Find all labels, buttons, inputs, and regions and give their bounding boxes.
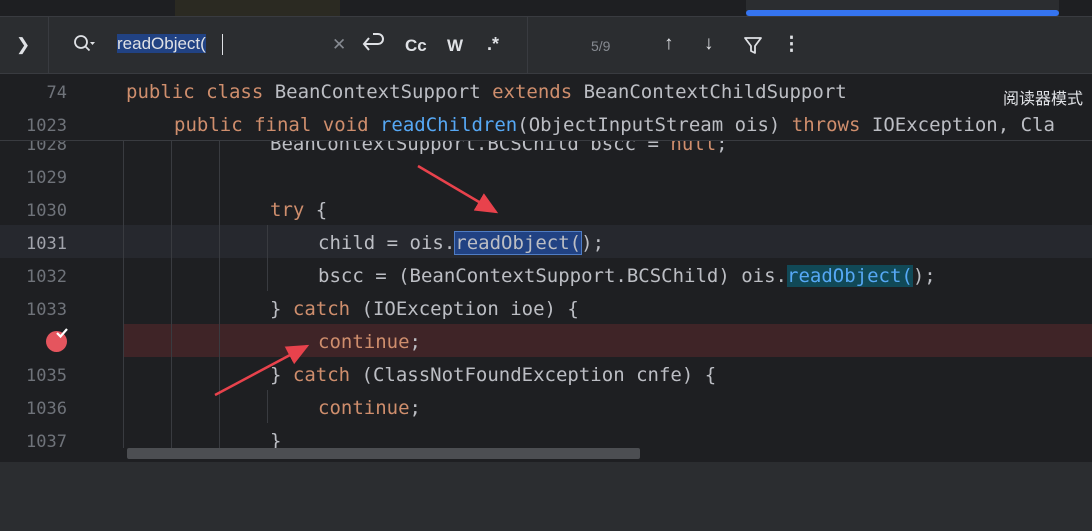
regex-toggle[interactable]: .* [487,34,499,55]
arrow-down-icon[interactable]: ↓ [704,33,714,55]
line-number: 1030 [26,201,67,221]
breakpoint-line-highlight [123,324,1092,357]
filter-icon[interactable] [742,34,764,56]
divider [48,17,49,73]
bottom-panel [0,462,1092,531]
indent-guide [171,141,172,448]
match-counter: 5/9 [591,38,611,54]
divider [527,17,528,73]
search-input[interactable]: readObject( [117,34,206,54]
search-match: readObject( [787,265,913,287]
line-number: 1033 [26,300,67,320]
more-vertical-icon[interactable]: ⋮ [782,33,801,56]
search-history-icon[interactable] [72,33,96,55]
code-line[interactable]: continue; [318,331,421,353]
sticky-lines-header: 74 public class BeanContextSupport exten… [0,75,1092,141]
sticky-class-declaration[interactable]: public class BeanContextSupport extends … [126,81,847,103]
code-line[interactable]: continue; [318,397,421,419]
indent-guide [219,141,220,448]
code-line[interactable]: } catch (ClassNotFoundException cnfe) { [270,364,716,386]
line-number: 1023 [26,116,67,136]
chevron-right-icon[interactable]: ❯ [16,35,30,55]
horizontal-scrollbar[interactable] [127,448,640,459]
line-number: 1037 [26,432,67,452]
new-line-icon[interactable] [360,32,386,56]
indent-guide [267,225,268,291]
line-number: 1035 [26,366,67,386]
sticky-method-declaration[interactable]: public final void readChildren(ObjectInp… [174,114,1055,136]
tab-segment[interactable] [175,0,340,16]
line-number: 74 [46,83,67,103]
line-number: 1032 [26,267,67,287]
editor-tabs-strip [0,0,1092,16]
whole-words-toggle[interactable]: W [447,36,463,56]
reader-mode-label[interactable]: 阅读器模式 [1003,85,1083,109]
find-bar: ❯ readObject( ✕ Cc W .* 5/9 ↑ ↓ ⋮ [0,16,1092,74]
line-number: 1029 [26,168,67,188]
code-line[interactable]: child = ois.readObject(); [318,231,604,255]
indent-guide [267,390,268,423]
line-number: 1028 [26,141,67,155]
match-case-toggle[interactable]: Cc [405,36,427,56]
line-number: 1036 [26,399,67,419]
code-editor[interactable]: 1028 BeanContextSupport.BCSChild bscc = … [0,141,1092,462]
check-icon [56,328,68,339]
clear-icon[interactable]: ✕ [332,35,346,55]
code-line[interactable]: } catch (IOException ioe) { [270,298,579,320]
code-line[interactable]: try { [270,199,327,221]
code-line[interactable]: bscc = (BeanContextSupport.BCSChild) ois… [318,265,936,287]
code-line[interactable]: BeanContextSupport.BCSChild bscc = null; [270,141,728,155]
indent-guide [123,141,124,448]
search-match-current: readObject( [454,231,583,255]
arrow-up-icon[interactable]: ↑ [664,33,674,55]
text-caret [222,34,223,55]
line-number: 1031 [26,234,67,254]
